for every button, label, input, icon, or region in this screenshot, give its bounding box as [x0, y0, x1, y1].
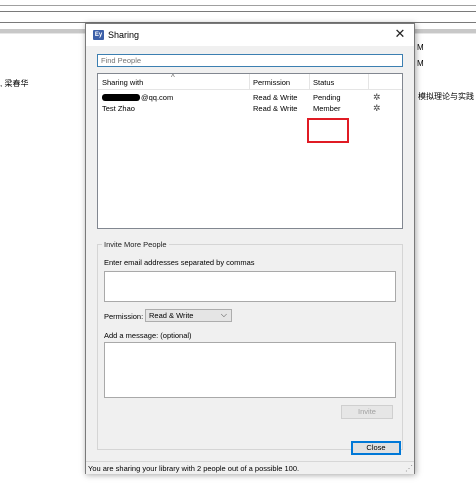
close-button[interactable]: Close [351, 441, 401, 455]
message-label: Add a message: (optional) [104, 331, 192, 340]
column-divider[interactable] [309, 74, 310, 90]
redacted-email-mark [102, 94, 140, 101]
invite-more-people-group: Invite More People Enter email addresses… [97, 240, 403, 450]
email-addresses-field[interactable] [104, 271, 396, 302]
resize-grip-icon[interactable]: ⋰ [405, 465, 413, 473]
row-status: Pending [313, 93, 341, 102]
background-author-text: , 梁春华 [0, 79, 29, 88]
permission-dropdown[interactable]: Read & Write ⌵ [145, 309, 232, 322]
column-header-sharing-with[interactable]: Sharing with [102, 78, 143, 87]
row-status: Member [313, 104, 341, 113]
permission-selected-value: Read & Write [149, 311, 194, 320]
invite-button[interactable]: Invite [341, 405, 393, 419]
list-row-member[interactable]: Test Zhao Read & Write Member ✲ [98, 103, 402, 114]
list-header: Sharing with ^ Permission Status [98, 73, 402, 90]
column-header-permission[interactable]: Permission [253, 78, 290, 87]
group-title: Invite More People [102, 240, 169, 249]
column-header-status[interactable]: Status [313, 78, 334, 87]
row-permission: Read & Write [253, 93, 298, 102]
sharing-dialog: Ey Sharing ✕ Sharing with ^ Permission S… [85, 23, 415, 474]
background-text-m1: M [417, 43, 424, 52]
row-permission: Read & Write [253, 104, 298, 113]
message-field[interactable] [104, 342, 396, 398]
sharing-list[interactable]: Sharing with ^ Permission Status @qq.com… [97, 73, 403, 229]
background-input [0, 11, 476, 23]
status-highlight-annotation [307, 118, 349, 143]
gear-icon[interactable]: ✲ [373, 92, 381, 103]
sharing-count-status: You are sharing your library with 2 peop… [88, 464, 300, 473]
find-people-input[interactable] [97, 54, 403, 67]
background-top-bar [0, 0, 476, 6]
close-icon[interactable]: ✕ [392, 26, 408, 42]
list-row-pending[interactable]: @qq.com Read & Write Pending ✲ [98, 92, 402, 103]
email-label: Enter email addresses separated by comma… [104, 258, 255, 267]
permission-label: Permission: [104, 312, 144, 321]
row-name: Test Zhao [102, 104, 135, 113]
dialog-titlebar[interactable]: Ey Sharing ✕ [86, 24, 414, 46]
column-divider[interactable] [368, 74, 369, 90]
column-divider[interactable] [249, 74, 250, 90]
sort-ascending-icon: ^ [171, 73, 175, 82]
status-bar: You are sharing your library with 2 peop… [86, 461, 414, 474]
chevron-down-icon: ⌵ [220, 310, 227, 319]
gear-icon[interactable]: ✲ [373, 103, 381, 114]
background-text-m2: M [417, 59, 424, 68]
dialog-title: Sharing [108, 30, 140, 40]
background-title-text: 模拟理论与实践 [418, 92, 474, 101]
row-email: @qq.com [141, 93, 174, 102]
endnote-app-icon: Ey [93, 30, 104, 40]
